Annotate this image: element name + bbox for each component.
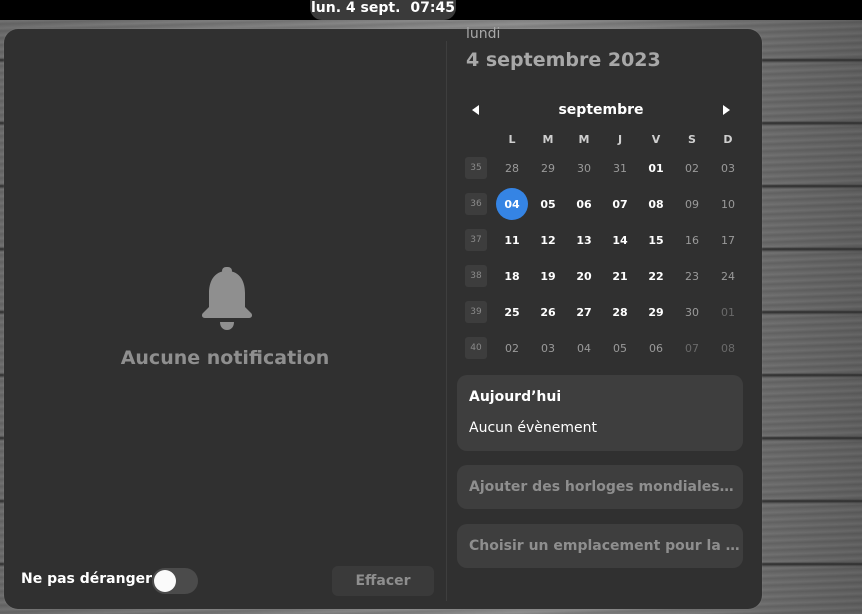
current-weekday[interactable]: lundi xyxy=(466,26,500,42)
calendar-day[interactable]: 07 xyxy=(674,330,710,366)
weather-location-button[interactable]: Choisir un emplacement pour la … xyxy=(457,524,743,568)
calendar-day[interactable]: 29 xyxy=(530,150,566,186)
week-number: 36 xyxy=(458,186,494,222)
clock-time: 07:45 xyxy=(410,0,455,16)
calendar-week-row: 35 28 29 30 31 01 02 03 xyxy=(458,150,746,186)
calendar-week-row: 37 11 12 13 14 15 16 17 xyxy=(458,222,746,258)
calendar-day[interactable]: 04 xyxy=(566,330,602,366)
calendar-day[interactable]: 15 xyxy=(638,222,674,258)
clear-button[interactable]: Effacer xyxy=(332,566,434,596)
calendar-day[interactable]: 03 xyxy=(710,150,746,186)
calendar-day[interactable]: 30 xyxy=(566,150,602,186)
calendar-day[interactable]: 24 xyxy=(710,258,746,294)
calendar-day[interactable]: 26 xyxy=(530,294,566,330)
calendar-day[interactable]: 02 xyxy=(674,150,710,186)
calendar-day[interactable]: 10 xyxy=(710,186,746,222)
calendar-day[interactable]: 17 xyxy=(710,222,746,258)
calendar-day[interactable]: 19 xyxy=(530,258,566,294)
no-notifications-text: Aucune notification xyxy=(120,347,330,369)
chevron-right-icon xyxy=(723,105,730,115)
next-month-button[interactable] xyxy=(717,101,735,119)
calendar-day[interactable]: 30 xyxy=(674,294,710,330)
week-number: 39 xyxy=(458,294,494,330)
calendar-day[interactable]: 22 xyxy=(638,258,674,294)
calendar-day[interactable]: 05 xyxy=(602,330,638,366)
month-header: septembre xyxy=(463,98,739,122)
clock-date: lun. 4 sept. xyxy=(311,0,401,16)
calendar-week-row: 40 02 03 04 05 06 07 08 xyxy=(458,330,746,366)
calendar-week-row: 39 25 26 27 28 29 30 01 xyxy=(458,294,746,330)
calendar-day[interactable]: 23 xyxy=(674,258,710,294)
switch-knob xyxy=(154,570,176,592)
weekday-header: L xyxy=(508,132,516,146)
calendar-day[interactable]: 16 xyxy=(674,222,710,258)
week-number-header xyxy=(458,128,494,150)
calendar-day[interactable]: 18 xyxy=(494,258,530,294)
month-name: septembre xyxy=(558,102,644,118)
calendar-week-row: 38 18 19 20 21 22 23 24 xyxy=(458,258,746,294)
calendar-day[interactable]: 01 xyxy=(638,150,674,186)
weekday-header: V xyxy=(651,132,661,146)
calendar-week-row: 36 04 05 06 07 08 09 10 xyxy=(458,186,746,222)
calendar-day[interactable]: 05 xyxy=(530,186,566,222)
do-not-disturb-label: Ne pas déranger xyxy=(21,571,153,587)
calendar-day[interactable]: 07 xyxy=(602,186,638,222)
chevron-left-icon xyxy=(472,105,479,115)
week-number: 37 xyxy=(458,222,494,258)
calendar-grid: L M M J V S D 35 28 29 30 31 01 02 03 36… xyxy=(458,128,746,366)
calendar-day[interactable]: 14 xyxy=(602,222,638,258)
panel-divider xyxy=(446,41,447,601)
calendar-day[interactable]: 29 xyxy=(638,294,674,330)
weekday-header-row: L M M J V S D xyxy=(458,128,746,150)
calendar-day[interactable]: 28 xyxy=(494,150,530,186)
calendar-day[interactable]: 21 xyxy=(602,258,638,294)
calendar-day[interactable]: 20 xyxy=(566,258,602,294)
calendar-day[interactable]: 27 xyxy=(566,294,602,330)
calendar-day[interactable]: 06 xyxy=(566,186,602,222)
add-world-clocks-button[interactable]: Ajouter des horloges mondiales… xyxy=(457,465,743,509)
calendar-day[interactable]: 11 xyxy=(494,222,530,258)
calendar-day[interactable]: 08 xyxy=(638,186,674,222)
events-empty-text: Aucun évènement xyxy=(469,420,597,436)
calendar-day[interactable]: 02 xyxy=(494,330,530,366)
do-not-disturb-switch[interactable] xyxy=(152,568,198,594)
calendar-day[interactable]: 01 xyxy=(710,294,746,330)
calendar-day[interactable]: 03 xyxy=(530,330,566,366)
current-date[interactable]: 4 septembre 2023 xyxy=(466,49,661,71)
calendar-day-today[interactable]: 04 xyxy=(494,186,530,222)
bell-icon xyxy=(201,267,253,330)
calendar-day[interactable]: 25 xyxy=(494,294,530,330)
weekday-header: S xyxy=(688,132,696,146)
weekday-header: D xyxy=(723,132,733,146)
calendar-day[interactable]: 13 xyxy=(566,222,602,258)
top-bar: lun. 4 sept. 07:45 xyxy=(0,0,862,20)
calendar-day[interactable]: 12 xyxy=(530,222,566,258)
previous-month-button[interactable] xyxy=(467,101,485,119)
calendar-day[interactable]: 06 xyxy=(638,330,674,366)
weekday-header: M xyxy=(578,132,590,146)
today-events-card[interactable]: Aujourd’hui Aucun évènement xyxy=(457,375,743,451)
weekday-header: M xyxy=(542,132,554,146)
week-number: 40 xyxy=(458,330,494,366)
calendar-day[interactable]: 28 xyxy=(602,294,638,330)
weekday-header: J xyxy=(617,132,623,146)
clock-button[interactable]: lun. 4 sept. 07:45 xyxy=(310,0,456,20)
week-number: 38 xyxy=(458,258,494,294)
calendar-day[interactable]: 09 xyxy=(674,186,710,222)
events-title: Aujourd’hui xyxy=(469,389,562,405)
week-number: 35 xyxy=(458,150,494,186)
calendar-day[interactable]: 08 xyxy=(710,330,746,366)
calendar-day[interactable]: 31 xyxy=(602,150,638,186)
